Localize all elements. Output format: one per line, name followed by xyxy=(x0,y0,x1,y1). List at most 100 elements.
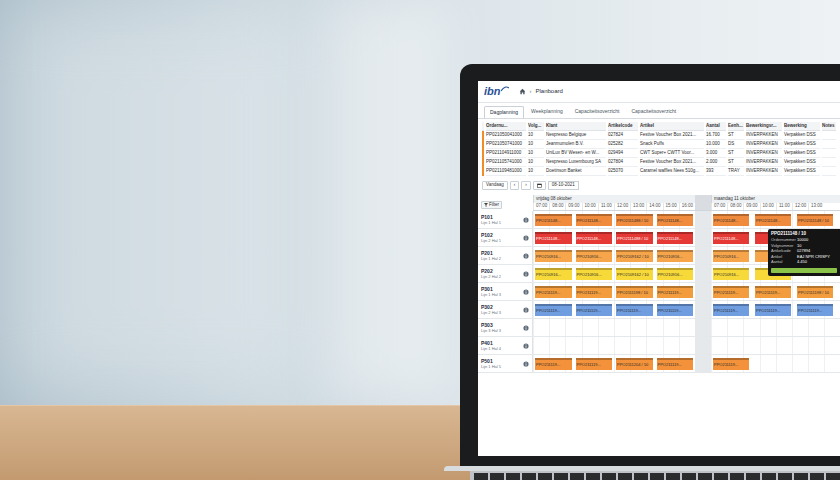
table-cell[interactable]: Verpakken DSS xyxy=(784,167,820,176)
table-cell[interactable]: Verpakken DSS xyxy=(784,158,820,167)
table-cell[interactable]: 10 xyxy=(528,149,544,158)
prev-button[interactable]: ‹ xyxy=(510,181,520,190)
info-button[interactable] xyxy=(523,289,529,295)
table-cell[interactable]: 393 xyxy=(706,167,726,176)
info-button[interactable] xyxy=(523,217,529,223)
table-cell[interactable]: 027824 xyxy=(608,131,638,140)
table-cell[interactable]: INVERPAKKEN xyxy=(746,167,782,176)
order-block[interactable]: PPO211119... xyxy=(576,358,613,370)
order-block[interactable]: PPO210916... xyxy=(657,250,694,262)
table-cell[interactable]: INVERPAKKEN xyxy=(746,140,782,149)
table-cell[interactable]: 10.000 xyxy=(706,140,726,149)
info-button[interactable] xyxy=(523,271,529,277)
order-block[interactable]: PPO211119... xyxy=(535,358,572,370)
table-cell[interactable]: PP021104911000 xyxy=(486,149,526,158)
table-cell[interactable]: PP021105741000 xyxy=(486,158,526,167)
date-field[interactable]: 08-10-2021 xyxy=(548,181,579,190)
table-cell[interactable]: 2.000 xyxy=(706,158,726,167)
table-cell[interactable]: ST xyxy=(728,149,744,158)
order-block[interactable]: PPO211119... xyxy=(755,286,791,298)
table-cell[interactable]: INVERPAKKEN xyxy=(746,158,782,167)
table-cell[interactable]: PP021050041000 xyxy=(486,131,526,140)
calendar-button[interactable] xyxy=(533,181,546,190)
order-block[interactable]: PPO211119... xyxy=(713,304,749,316)
table-cell[interactable]: Jeanmumolen B.V. xyxy=(546,140,606,149)
table-cell[interactable]: UniLux BV Wesen- en W... xyxy=(546,149,606,158)
table-cell[interactable]: Festive Voucher Box 2021... xyxy=(640,158,704,167)
order-block[interactable]: PPO2109162 / 10 xyxy=(616,250,653,262)
table-cell[interactable]: INVERPAKKEN xyxy=(746,131,782,140)
info-button[interactable] xyxy=(523,253,529,259)
table-cell[interactable]: TRAY xyxy=(728,167,744,176)
table-cell[interactable]: Caramel waffles Nees 510g... xyxy=(640,167,704,176)
table-cell[interactable]: Nespresso Belgique xyxy=(546,131,606,140)
table-cell[interactable]: 025070 xyxy=(608,167,638,176)
column-header[interactable]: Bewerkingsr... xyxy=(746,122,782,131)
order-block[interactable]: PPO210916... xyxy=(713,268,749,280)
order-block[interactable]: PPO211148... xyxy=(713,232,749,244)
order-block[interactable]: PPO2111198 / 10 xyxy=(616,286,653,298)
order-block[interactable]: PPO211148... xyxy=(755,214,791,226)
order-block[interactable]: PPO211148... xyxy=(576,232,613,244)
order-block[interactable]: PPO210916... xyxy=(576,250,613,262)
table-cell[interactable]: ST xyxy=(728,158,744,167)
order-block[interactable]: PPO210916... xyxy=(713,250,749,262)
table-cell[interactable]: Doetinson Banket xyxy=(546,167,606,176)
tab[interactable]: Weekplanning xyxy=(526,106,568,118)
info-button[interactable] xyxy=(523,325,529,331)
notes-cell[interactable] xyxy=(822,131,836,140)
column-header[interactable]: Bewerking xyxy=(784,122,820,131)
table-cell[interactable]: Festive Voucher Box 2021... xyxy=(640,131,704,140)
order-block[interactable]: PPO211119... xyxy=(576,304,613,316)
table-cell[interactable]: CWT Super+ CWTT Voor... xyxy=(640,149,704,158)
order-block[interactable]: PPO211148... xyxy=(657,214,694,226)
table-cell[interactable]: Nespresso Luxembourg SA xyxy=(546,158,606,167)
order-block[interactable]: PPO211119... xyxy=(713,358,749,370)
notes-cell[interactable] xyxy=(822,140,836,149)
table-cell[interactable]: 10 xyxy=(528,167,544,176)
table-cell[interactable]: 3.000 xyxy=(706,149,726,158)
logo[interactable]: ibn xyxy=(484,86,509,97)
order-block[interactable]: PPO211148... xyxy=(535,214,572,226)
column-header[interactable]: Artikelcode xyxy=(608,122,638,131)
table-cell[interactable]: Verpakken DSS xyxy=(784,140,820,149)
table-cell[interactable]: 025282 xyxy=(608,140,638,149)
order-block[interactable]: PPO211119... xyxy=(657,286,694,298)
order-block[interactable]: PPO210916... xyxy=(535,250,572,262)
order-block[interactable]: PPO211148... xyxy=(657,232,694,244)
column-header[interactable]: Notes xyxy=(822,122,836,131)
order-block[interactable]: PPO210916... xyxy=(576,268,613,280)
table-cell[interactable]: Snack Puffs xyxy=(640,140,704,149)
order-block[interactable]: PPO211119... xyxy=(713,286,749,298)
order-block[interactable]: PPO2111204 / 10 xyxy=(616,358,653,370)
table-cell[interactable]: PP021050741000 xyxy=(486,140,526,149)
table-cell[interactable]: ST xyxy=(728,131,744,140)
table-cell[interactable]: 029494 xyxy=(608,149,638,158)
next-button[interactable]: › xyxy=(521,181,531,190)
table-cell[interactable]: Verpakken DSS xyxy=(784,149,820,158)
order-block[interactable]: PPO211119... xyxy=(797,304,833,316)
order-block[interactable]: PPO2111488 / 10 xyxy=(616,214,653,226)
notes-cell[interactable] xyxy=(822,167,836,176)
order-block[interactable]: PPO211119... xyxy=(755,304,791,316)
order-block[interactable]: PPO2109162 / 10 xyxy=(616,268,653,280)
table-cell[interactable]: 10 xyxy=(528,140,544,149)
column-header[interactable]: Eenh... xyxy=(728,122,744,131)
order-block[interactable]: PPO211119... xyxy=(657,358,694,370)
order-block[interactable]: PPO211119... xyxy=(535,304,572,316)
table-cell[interactable]: Verpakken DSS xyxy=(784,131,820,140)
tab[interactable]: Capaciteitsoverzicht xyxy=(626,106,681,118)
order-block[interactable]: PPO211119... xyxy=(576,286,613,298)
filter-button[interactable]: Filter xyxy=(481,201,502,209)
order-block[interactable]: PPO210916... xyxy=(657,268,694,280)
notes-cell[interactable] xyxy=(822,158,836,167)
tab[interactable]: Capaciteitsoverzicht xyxy=(570,106,625,118)
table-cell[interactable]: 027804 xyxy=(608,158,638,167)
column-header[interactable]: Aantal xyxy=(706,122,726,131)
info-button[interactable] xyxy=(523,235,529,241)
order-block[interactable]: PPO2111148 / 10 xyxy=(797,214,833,226)
order-block[interactable]: PPO211119... xyxy=(657,304,694,316)
info-button[interactable] xyxy=(523,307,529,313)
order-block[interactable]: PPO211119... xyxy=(535,286,572,298)
table-cell[interactable]: PP021109481000 xyxy=(486,167,526,176)
